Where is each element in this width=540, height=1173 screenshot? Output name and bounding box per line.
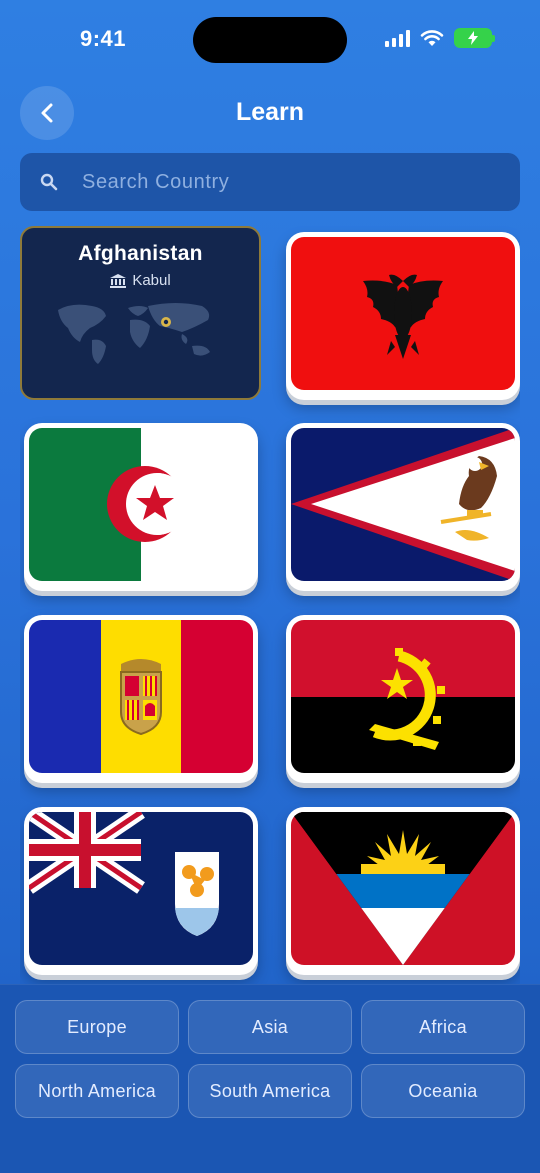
anguilla-flag-icon bbox=[29, 812, 253, 965]
country-grid: Afghanistan Kabul bbox=[20, 226, 520, 984]
capital-row: Kabul bbox=[22, 272, 259, 289]
flag-card-albania[interactable] bbox=[286, 232, 520, 400]
region-button-africa[interactable]: Africa bbox=[361, 1000, 525, 1054]
region-button-south-america[interactable]: South America bbox=[188, 1064, 352, 1118]
albania-flag-icon bbox=[291, 237, 515, 390]
region-filter-bar: Europe Asia Africa North America South A… bbox=[0, 984, 540, 1173]
world-map-icon bbox=[58, 303, 210, 364]
andorra-flag-icon bbox=[29, 620, 253, 773]
search-bar[interactable] bbox=[20, 153, 520, 211]
status-icons bbox=[385, 28, 495, 48]
status-bar: 9:41 bbox=[0, 0, 540, 80]
region-button-europe[interactable]: Europe bbox=[15, 1000, 179, 1054]
flag-card-andorra[interactable] bbox=[24, 615, 258, 783]
battery-icon bbox=[454, 28, 495, 48]
capital-building-icon bbox=[110, 273, 127, 288]
flag-card-algeria[interactable] bbox=[24, 423, 258, 591]
flag-card-antigua-and-barbuda[interactable] bbox=[286, 807, 520, 975]
flag-card-angola[interactable] bbox=[286, 615, 520, 783]
header: Learn bbox=[0, 86, 540, 142]
flag-card-anguilla[interactable] bbox=[24, 807, 258, 975]
antigua-and-barbuda-flag-icon bbox=[291, 812, 515, 965]
region-button-oceania[interactable]: Oceania bbox=[361, 1064, 525, 1118]
status-time: 9:41 bbox=[80, 26, 127, 51]
flag-card-american-samoa[interactable] bbox=[286, 423, 520, 591]
search-icon bbox=[40, 173, 58, 191]
algeria-flag-icon bbox=[29, 428, 253, 581]
angola-flag-icon bbox=[291, 620, 515, 773]
signal-icon bbox=[385, 29, 410, 47]
region-button-asia[interactable]: Asia bbox=[188, 1000, 352, 1054]
region-button-north-america[interactable]: North America bbox=[15, 1064, 179, 1118]
capital-name: Kabul bbox=[132, 272, 171, 289]
search-input[interactable] bbox=[82, 170, 482, 194]
wifi-icon bbox=[420, 30, 444, 46]
page-title: Learn bbox=[235, 98, 305, 126]
dynamic-island bbox=[193, 17, 347, 63]
country-name: Afghanistan bbox=[78, 242, 203, 265]
american-samoa-flag-icon bbox=[291, 428, 515, 581]
country-info-card[interactable]: Afghanistan Kabul bbox=[20, 226, 261, 400]
